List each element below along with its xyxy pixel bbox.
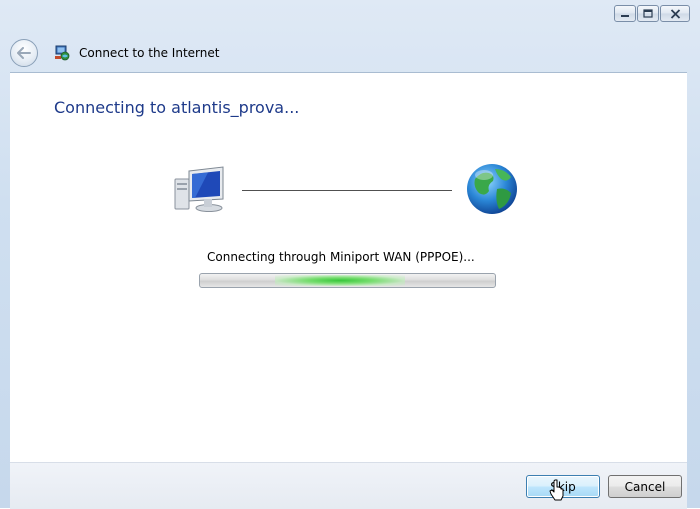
maximize-icon [643,9,653,18]
close-icon [670,8,680,19]
connection-progress-bar [199,273,496,288]
progress-marquee [275,275,405,286]
close-button[interactable] [660,5,690,22]
connection-status-text: Connecting through Miniport WAN (PPPOE).… [207,250,475,264]
caption-buttons [614,5,690,22]
back-arrow-icon [17,47,31,59]
button-bar: Skip Cancel [10,462,687,509]
network-connection-icon [55,45,70,61]
connect-to-internet-window: Connect to the Internet Connecting to at… [0,0,700,509]
content-area: Connecting to atlantis_prova... Connecti… [10,72,687,463]
maximize-button[interactable] [637,5,659,22]
computer-icon [174,166,224,212]
window-title: Connect to the Internet [79,46,220,60]
globe-icon [467,164,517,214]
minimize-icon [621,14,629,17]
minimize-button[interactable] [614,5,636,22]
mouse-pointer-icon [549,479,564,501]
connection-line [242,190,452,191]
cancel-button[interactable]: Cancel [608,475,682,498]
page-heading: Connecting to atlantis_prova... [54,98,300,117]
back-button[interactable] [10,39,38,67]
title-row: Connect to the Internet [10,38,219,68]
